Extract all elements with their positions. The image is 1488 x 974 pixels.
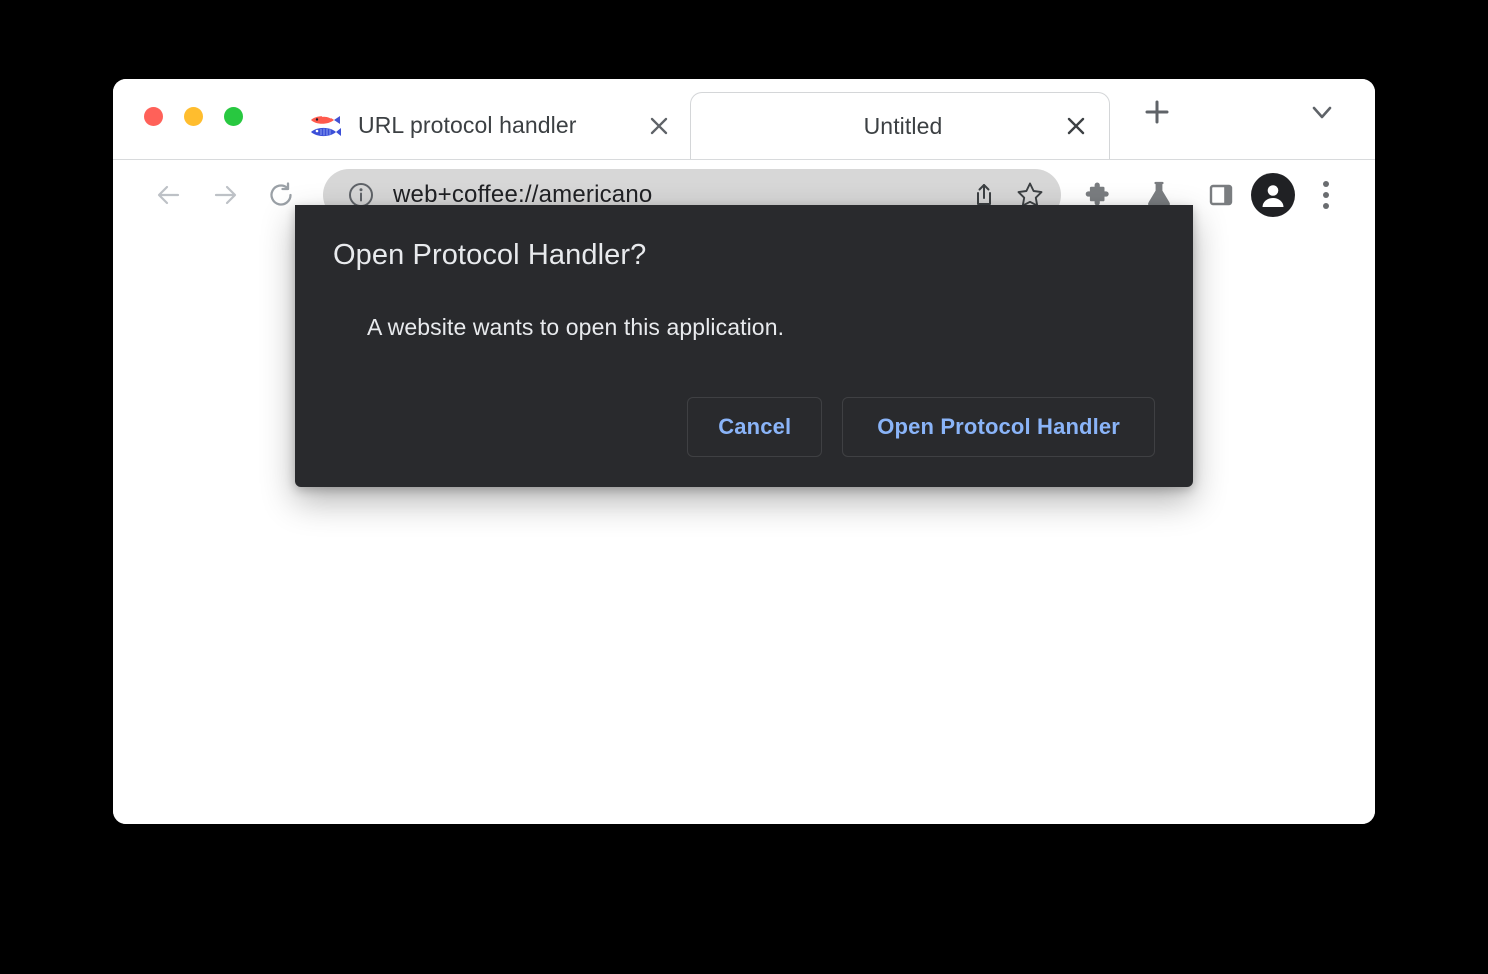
page-content-area: Open Protocol Handler? A website wants t… — [113, 205, 1375, 824]
new-tab-button[interactable] — [1134, 89, 1180, 135]
window-minimize-button[interactable] — [184, 106, 203, 126]
menu-dot — [1323, 203, 1329, 209]
dialog-message: A website wants to open this application… — [367, 314, 785, 340]
side-panel-icon[interactable] — [1195, 169, 1247, 221]
tab-title: Untitled — [863, 112, 943, 139]
back-button[interactable] — [141, 167, 197, 223]
tab-title: URL protocol handler — [358, 112, 577, 138]
browser-window: URL protocol handler Untitled web+coffee… — [113, 79, 1375, 824]
window-maximize-button[interactable] — [224, 106, 243, 126]
tab-strip: URL protocol handler Untitled — [113, 79, 1375, 159]
tab-close-icon[interactable] — [1061, 111, 1091, 141]
chevron-down-icon[interactable] — [1299, 89, 1345, 135]
menu-dot — [1323, 181, 1329, 187]
dialog-title: Open Protocol Handler? — [333, 239, 647, 271]
open-protocol-handler-button[interactable]: Open Protocol Handler — [842, 397, 1155, 457]
forward-button[interactable] — [197, 167, 253, 223]
person-avatar-icon[interactable] — [1251, 173, 1295, 217]
three-dot-menu-icon[interactable] — [1303, 169, 1349, 221]
tab-url-protocol-handler[interactable]: URL protocol handler — [286, 92, 690, 159]
window-close-button[interactable] — [144, 106, 163, 126]
tab-close-icon[interactable] — [644, 111, 674, 141]
dialog-actions: Cancel Open Protocol Handler — [333, 397, 1155, 457]
fish-favicon — [308, 113, 342, 139]
protocol-handler-dialog: Open Protocol Handler? A website wants t… — [295, 205, 1193, 487]
tab-untitled[interactable]: Untitled — [690, 92, 1110, 159]
tabstrip-buttons — [1134, 79, 1375, 159]
tabs-area: URL protocol handler Untitled — [286, 79, 1110, 159]
menu-dot — [1323, 192, 1329, 198]
window-traffic-lights — [144, 79, 243, 159]
cancel-button[interactable]: Cancel — [687, 397, 823, 457]
